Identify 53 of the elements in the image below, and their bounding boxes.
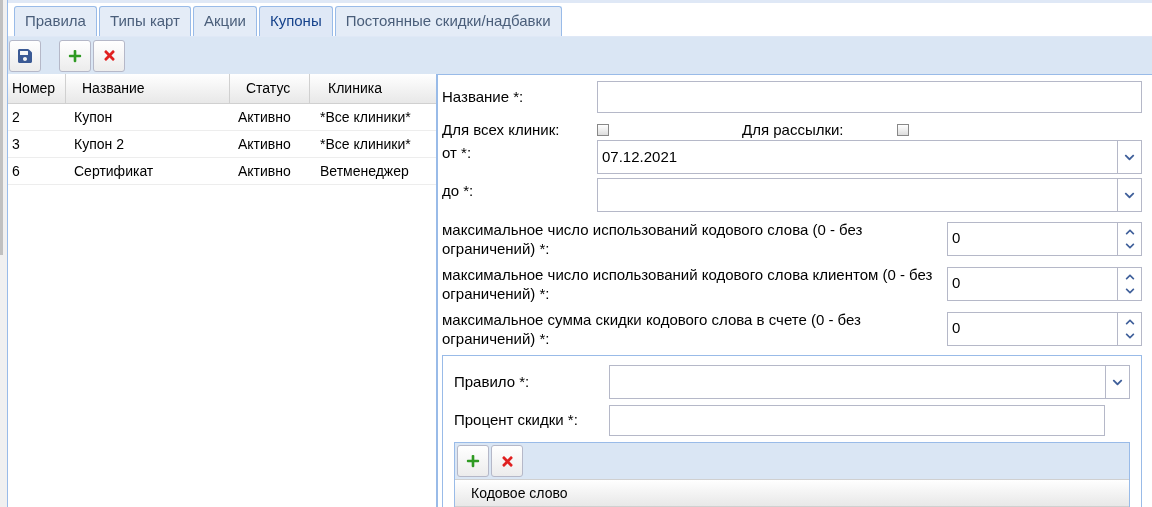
column-header[interactable]: Название: [66, 74, 230, 103]
add-button[interactable]: [457, 445, 489, 477]
table-cell-text: 6: [11, 161, 21, 181]
table-cell-text: *Все клиники*: [319, 134, 412, 154]
plus-icon: [466, 454, 480, 468]
checkbox[interactable]: [597, 124, 609, 136]
chevron-down-icon: [1124, 285, 1135, 296]
field-label: Для всех клиник:: [442, 119, 561, 140]
field-label: максимальное число использований кодового слова клиентом (0 - без ограничений) *:: [442, 264, 934, 303]
date-field[interactable]: [609, 365, 1130, 399]
delete-button[interactable]: [93, 39, 125, 72]
number-field[interactable]: 0: [947, 221, 1142, 256]
table-cell-text: Активно: [237, 107, 292, 127]
column-header[interactable]: Номер: [8, 74, 66, 103]
field-label: Для рассылки:: [742, 119, 845, 140]
chevron-down-icon: [1124, 240, 1135, 251]
tab[interactable]: Акции: [193, 6, 257, 37]
save-button[interactable]: [9, 39, 41, 72]
number-field[interactable]: 0: [947, 266, 1142, 301]
field-label: максимальное сумма скидки кодового слова в счете (0 - без ограничений) *:: [442, 309, 862, 348]
table-cell-text: Купон 2: [73, 134, 125, 154]
plus-icon: [68, 48, 82, 63]
add-button[interactable]: [59, 39, 91, 72]
column-header[interactable]: Клиника: [310, 74, 436, 103]
table-cell-text: 3: [11, 134, 21, 154]
column-header[interactable]: Статус: [230, 74, 310, 103]
table-cell-text: Активно: [237, 134, 292, 154]
date-field[interactable]: [597, 178, 1142, 212]
field-label: от *:: [442, 143, 473, 163]
tab[interactable]: Постоянные скидки/надбавки: [334, 6, 562, 37]
field-label: Правило *:: [454, 371, 531, 392]
table-cell-text: Ветменеджер: [319, 161, 410, 181]
close-icon: [499, 453, 515, 469]
save-icon: [17, 47, 33, 64]
name-field[interactable]: [597, 81, 1142, 113]
percent-field[interactable]: [609, 404, 1105, 436]
table-cell-text: 2: [11, 107, 21, 127]
tab[interactable]: Правила: [14, 6, 97, 37]
field-label: Процент скидки *:: [454, 409, 579, 430]
field-label: до *:: [442, 181, 475, 201]
delete-button[interactable]: [491, 445, 523, 477]
chevron-down-icon: [1124, 330, 1135, 341]
table-cell-text: Сертификат: [73, 161, 155, 181]
table-cell-text: Купон: [73, 107, 114, 127]
table-cell-text: *Все клиники*: [319, 107, 412, 127]
tab[interactable]: Типы карт: [98, 6, 191, 37]
tab[interactable]: Купоны: [258, 6, 333, 37]
date-field[interactable]: 07.12.2021: [597, 140, 1142, 174]
field-label: Название *:: [442, 86, 525, 107]
field-label: максимальное число использований кодового слова (0 - без ограничений) *:: [442, 219, 864, 258]
number-field[interactable]: 0: [947, 311, 1142, 346]
checkbox[interactable]: [897, 124, 909, 136]
table-cell-text: Активно: [237, 161, 292, 181]
